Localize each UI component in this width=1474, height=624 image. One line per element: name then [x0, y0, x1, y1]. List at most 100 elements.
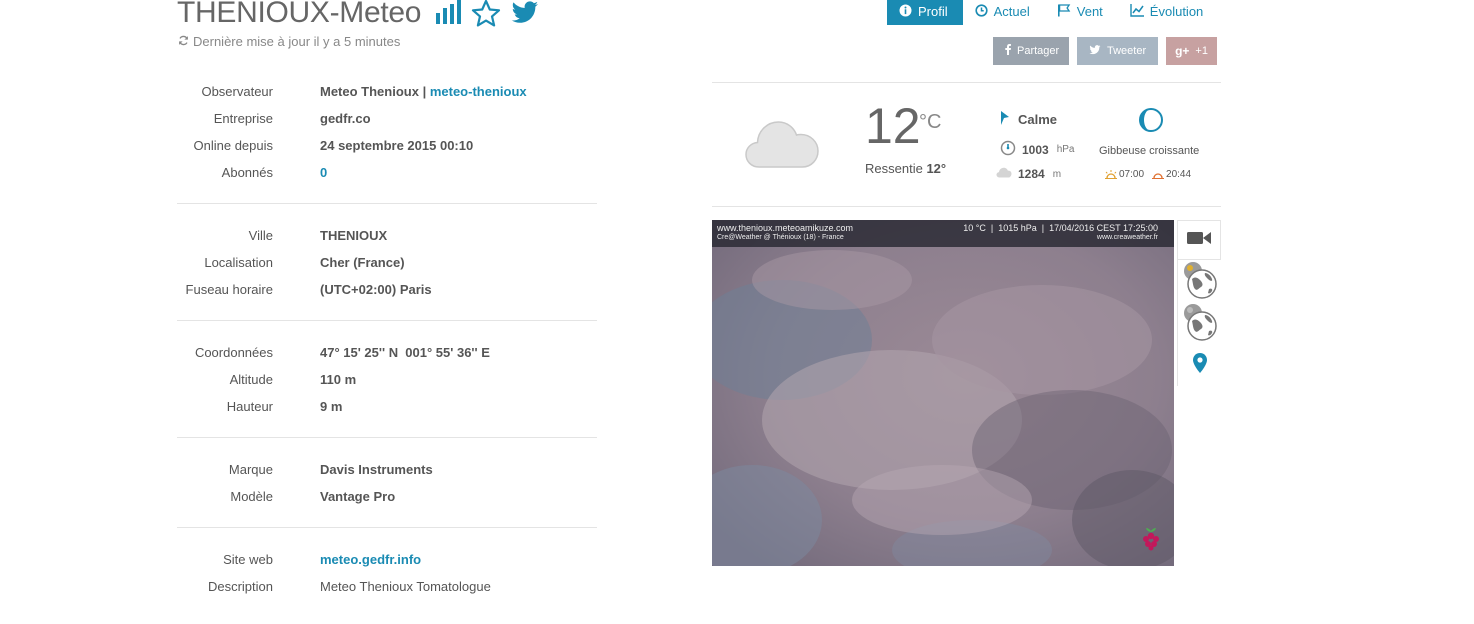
info-row: Coordonnées 47° 15' 25'' N 001° 55' 36''… — [177, 339, 597, 366]
info-row: Entreprise gedfr.co — [177, 105, 597, 132]
clock-icon — [975, 3, 988, 20]
webcam-image[interactable]: www.thenioux.meteoamikuze.com Cre@Weathe… — [712, 220, 1174, 566]
info-row: Modèle Vantage Pro — [177, 483, 597, 510]
twitter-small-icon — [1089, 44, 1101, 58]
barometer-icon — [1000, 140, 1016, 159]
twitter-share-button[interactable]: Tweeter — [1077, 37, 1158, 65]
sunrise-value: 07:00 — [1119, 169, 1145, 180]
video-camera-icon — [1187, 230, 1211, 251]
coordinates-label: Coordonnées — [194, 345, 273, 360]
brand-value: Davis Instruments — [320, 462, 433, 477]
tab-vent-label: Vent — [1076, 4, 1103, 19]
gplus-icon: g+ — [1175, 44, 1190, 58]
info-icon — [899, 4, 912, 20]
tab-evolution-label: Évolution — [1149, 4, 1204, 19]
equipment-section: Marque Davis Instruments Modèle Vantage … — [177, 438, 597, 528]
online-value: 24 septembre 2015 00:10 — [320, 138, 474, 153]
tab-evolution[interactable]: Évolution — [1118, 0, 1218, 25]
observer-separator: | — [418, 84, 430, 99]
cloud-icon — [745, 119, 819, 174]
webcam-caption: Cre@Weather @ Thénioux (18) - France — [717, 234, 844, 241]
webcam-credit: www.creaweather.fr — [1096, 234, 1158, 241]
altitude-label: Altitude — [229, 372, 273, 387]
satellite-button[interactable] — [1178, 260, 1221, 302]
feels-like-label: Ressentie — [865, 161, 923, 176]
temperature-unit: °C — [919, 111, 942, 133]
tab-bar: Profil Actuel Vent Évolution — [887, 0, 1218, 25]
webcam-button[interactable] — [1178, 220, 1221, 260]
company-value: gedfr.co — [320, 111, 371, 126]
small-cloud-icon — [996, 167, 1012, 181]
location-label: Localisation — [204, 255, 273, 270]
flag-icon — [1057, 3, 1071, 20]
info-row: Localisation Cher (France) — [177, 249, 597, 276]
tab-actuel[interactable]: Actuel — [963, 0, 1045, 25]
subscribers-link[interactable]: 0 — [320, 165, 327, 180]
cloud-base-unit: m — [1052, 168, 1062, 180]
description-label: Description — [207, 579, 273, 594]
pressure: 1003 hPa — [1000, 140, 1075, 159]
media-side-panel — [1177, 220, 1221, 386]
pressure-unit: hPa — [1056, 144, 1075, 155]
title-icons — [435, 0, 539, 27]
location-section: Ville THENIOUX Localisation Cher (France… — [177, 204, 597, 321]
sunset-value: 20:44 — [1166, 169, 1192, 180]
height-value: 9 m — [320, 399, 343, 414]
website-link[interactable]: meteo.gedfr.info — [320, 552, 421, 567]
coordinates-section: Coordonnées 47° 15' 25'' N 001° 55' 36''… — [177, 321, 597, 438]
gplus-share-button[interactable]: g+ +1 — [1166, 37, 1217, 65]
info-row: Description Meteo Thenioux Tomatologue — [177, 573, 597, 600]
twitter-icon[interactable] — [511, 1, 539, 25]
sunrise: 07:00 — [1105, 169, 1144, 180]
timezone-value: (UTC+02:00) Paris — [320, 282, 432, 297]
header: THENIOUX-Meteo — [177, 0, 539, 30]
description-value: Meteo Thenioux Tomatologue — [320, 579, 491, 594]
last-update: Dernière mise à jour il y a 5 minutes — [178, 34, 400, 49]
station-info: Observateur Meteo Thenioux | meteo-theni… — [177, 74, 597, 617]
tab-vent[interactable]: Vent — [1045, 0, 1118, 25]
star-icon[interactable] — [471, 0, 501, 27]
sky-photo — [712, 220, 1174, 566]
company-label: Entreprise — [213, 111, 273, 126]
info-row: Abonnés 0 — [177, 159, 597, 186]
model-label: Modèle — [230, 489, 273, 504]
city-label: Ville — [248, 228, 273, 243]
line-chart-icon — [1130, 3, 1144, 20]
subscribers-label: Abonnés — [221, 165, 273, 180]
last-update-text: Dernière mise à jour il y a 5 minutes — [193, 34, 401, 49]
observer-name: Meteo Thenioux — [320, 84, 419, 99]
map-button[interactable] — [1178, 344, 1221, 386]
website-section: Site web meteo.gedfr.info Description Me… — [177, 528, 597, 617]
gplus-share-label: +1 — [1195, 45, 1208, 57]
facebook-share-label: Partager — [1017, 45, 1060, 57]
observer-link[interactable]: meteo-thenioux — [430, 84, 527, 99]
tab-actuel-label: Actuel — [993, 4, 1030, 19]
sun-times: 07:00 20:44 — [1105, 169, 1191, 180]
info-row: Altitude 110 m — [177, 366, 597, 393]
current-weather: 12 °C Ressentie 12° Calme 1003 hPa 1284 m … — [712, 82, 1221, 207]
owner-section: Observateur Meteo Thenioux | meteo-theni… — [177, 74, 597, 204]
twitter-share-label: Tweeter — [1107, 45, 1147, 57]
moon-phase-label: Gibbeuse croissante — [1099, 145, 1200, 157]
website-label: Site web — [223, 552, 273, 567]
webcam-caption-bar: www.thenioux.meteoamikuze.com Cre@Weathe… — [712, 220, 1174, 247]
info-row: Online depuis 24 septembre 2015 00:10 — [177, 132, 597, 159]
height-label: Hauteur — [226, 399, 273, 414]
map-pin-icon — [1192, 352, 1207, 378]
online-label: Online depuis — [193, 138, 274, 153]
info-row: Hauteur 9 m — [177, 393, 597, 420]
tab-profil[interactable]: Profil — [887, 0, 963, 25]
cloud-base-value: 1284 — [1018, 167, 1045, 181]
radar-button[interactable] — [1178, 302, 1221, 344]
wind-value: Calme — [1018, 112, 1058, 127]
city-value: THENIOUX — [320, 228, 388, 243]
globe-radar-icon — [1181, 301, 1219, 346]
bar-chart-icon[interactable] — [435, 0, 462, 26]
page-title: THENIOUX-Meteo — [177, 0, 422, 29]
info-row: Site web meteo.gedfr.info — [177, 546, 597, 573]
model-value: Vantage Pro — [320, 489, 396, 504]
webcam-stats: 10 °C | 1015 hPa | 17/04/2016 CEST 17:25… — [963, 223, 1158, 233]
sunset: 20:44 — [1152, 169, 1191, 180]
facebook-share-button[interactable]: Partager — [993, 37, 1069, 65]
coordinates-value: 47° 15' 25'' N 001° 55' 36'' E — [320, 345, 490, 360]
